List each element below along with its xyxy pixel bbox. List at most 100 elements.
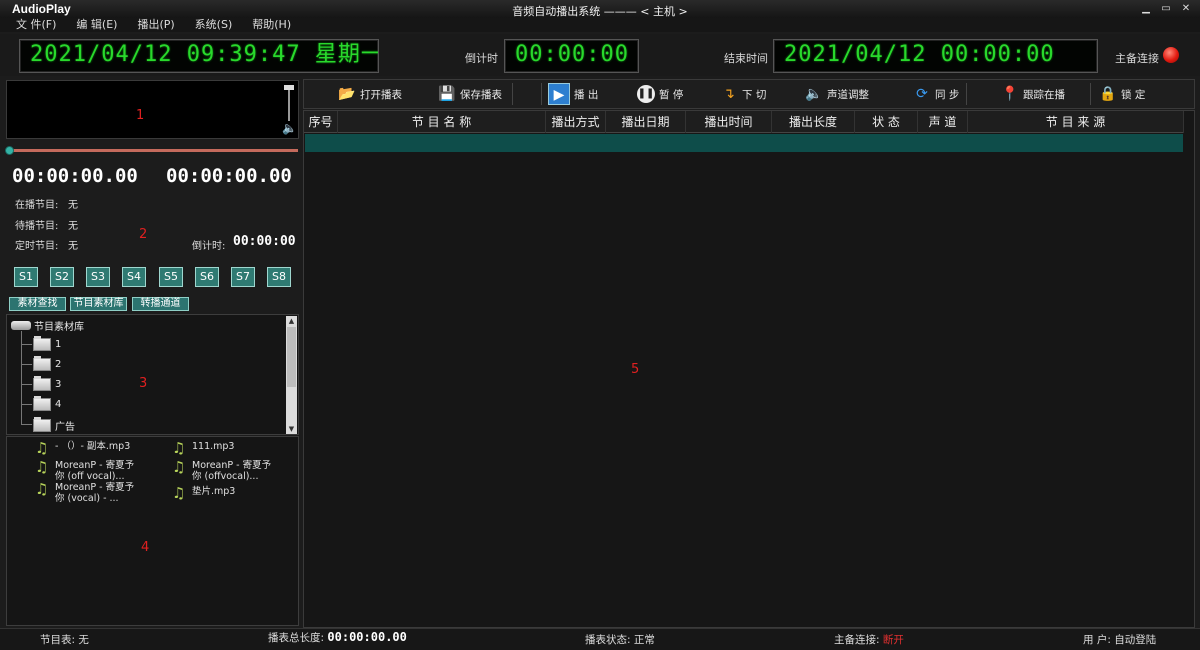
file-item[interactable]: ♫ MoreanP - 寄夏予你 (offvocal)... — [172, 460, 292, 483]
tree-item[interactable]: 2 — [33, 356, 62, 371]
tree-root-label: 节目素材库 — [34, 322, 84, 333]
col-play-mode[interactable]: 播出方式 — [546, 111, 606, 133]
file-name-cont: 你 (vocal) - ... — [55, 493, 119, 504]
col-program-name[interactable]: 节 目 名 称 — [338, 111, 546, 133]
tree-item[interactable]: 广告 — [33, 417, 75, 433]
maximize-icon[interactable]: ▭ — [1158, 2, 1174, 15]
file-name: 垫片.mp3 — [192, 486, 236, 497]
cut-next-button[interactable]: ↴ 下 切 — [720, 80, 766, 108]
tree-item[interactable]: 3 — [33, 376, 61, 391]
tab-material-search[interactable]: 素材查找 — [9, 297, 66, 311]
player-countdown-value: 00:00:00 — [233, 234, 296, 249]
music-note-icon: ♫ — [35, 439, 49, 457]
track-playing-label: 跟踪在播 — [1023, 88, 1065, 101]
col-play-time[interactable]: 播出时间 — [686, 111, 772, 133]
status-total-length: 播表总长度: 00:00:00.00 — [268, 630, 407, 644]
countdown-label: 倒计时 — [465, 52, 498, 65]
channel-adjust-button[interactable]: 🔈 声道调整 — [805, 80, 869, 108]
scroll-down-icon[interactable]: ▼ — [286, 424, 297, 434]
current-datetime-display: 2021/04/12 09:39:47 星期一 — [19, 39, 379, 73]
track-playing-button[interactable]: 📍 跟踪在播 — [1001, 80, 1065, 108]
scrollbar-thumb[interactable] — [287, 327, 296, 387]
file-name-cont: 你 (off vocal)... — [55, 471, 125, 482]
status-schedule-state: 播表状态: 正常 — [585, 634, 655, 646]
play-button[interactable]: ▶ 播 出 — [548, 80, 598, 108]
speaker-icon[interactable]: 🔈 — [282, 121, 297, 135]
volume-slider[interactable]: 🔈 — [282, 83, 297, 135]
end-time-label: 结束时间 — [724, 52, 768, 65]
playing-label: 在播节目: — [15, 200, 59, 211]
slot-button-s8[interactable]: S8 — [267, 267, 291, 287]
table-row[interactable] — [305, 134, 1183, 152]
menu-bar: 文 件(F) 编 辑(E) 播出(P) 系统(S) 帮助(H) — [0, 18, 1200, 32]
save-icon: 💾 — [438, 86, 456, 102]
file-name: 111.mp3 — [192, 441, 235, 452]
slot-button-s7[interactable]: S7 — [231, 267, 255, 287]
menu-edit[interactable]: 编 辑(E) — [76, 18, 117, 32]
file-name-cont: 你 (offvocal)... — [192, 471, 259, 482]
slot-button-s4[interactable]: S4 — [122, 267, 146, 287]
folder-icon — [33, 356, 51, 371]
zone-label-5: 5 — [631, 362, 640, 377]
slot-button-s6[interactable]: S6 — [195, 267, 219, 287]
timed-value: 无 — [68, 241, 78, 252]
menu-file[interactable]: 文 件(F) — [16, 18, 56, 32]
volume-knob[interactable] — [284, 85, 294, 90]
status-backup-connection: 主备连接: 断开 — [834, 634, 904, 646]
zone-label-1: 1 — [136, 108, 145, 123]
tab-relay-channel[interactable]: 转播通道 — [132, 297, 189, 311]
scroll-up-icon[interactable]: ▲ — [286, 316, 297, 326]
file-item[interactable]: ♫ MoreanP - 寄夏予你 (vocal) - ... — [35, 480, 155, 505]
file-item[interactable]: ♫ MoreanP - 寄夏予你 (off vocal)... — [35, 458, 155, 483]
close-icon[interactable]: ✕ — [1178, 2, 1194, 15]
tree-item[interactable]: 4 — [33, 396, 61, 411]
toolbar: 📂 打开播表 💾 保存播表 ▶ 播 出 ❚❚ 暂 停 ↴ 下 切 🔈 声道调整 ⟳ 同 步 📍… — [303, 79, 1195, 109]
slot-button-s2[interactable]: S2 — [50, 267, 74, 287]
zone-label-3: 3 — [139, 376, 148, 391]
progress-thumb[interactable] — [5, 146, 14, 155]
col-source[interactable]: 节 目 来 源 — [968, 111, 1184, 133]
menu-help[interactable]: 帮助(H) — [252, 18, 291, 32]
status-bar: 节目表: 无 播表总长度: 00:00:00.00 播表状态: 正常 主备连接:… — [0, 628, 1200, 650]
play-progress-bar[interactable] — [5, 146, 298, 155]
slot-button-s3[interactable]: S3 — [86, 267, 110, 287]
file-item[interactable]: ♫ 垫片.mp3 — [172, 486, 292, 501]
backup-status-led-icon — [1163, 47, 1179, 63]
lock-icon: 🔒 — [1099, 86, 1117, 102]
col-duration[interactable]: 播出长度 — [772, 111, 855, 133]
folder-icon — [33, 417, 51, 432]
tab-material-library[interactable]: 节目素材库 — [70, 297, 127, 311]
tree-item-label: 广告 — [55, 422, 75, 433]
tree-root[interactable]: 节目素材库 — [11, 318, 84, 333]
col-play-date[interactable]: 播出日期 — [606, 111, 686, 133]
save-schedule-label: 保存播表 — [460, 88, 502, 101]
folder-icon — [33, 376, 51, 391]
music-note-icon: ♫ — [172, 484, 186, 502]
pause-label: 暂 停 — [659, 88, 684, 101]
folder-icon — [33, 336, 51, 351]
music-note-icon: ♫ — [35, 458, 49, 476]
tree-item[interactable]: 1 — [33, 336, 61, 351]
slot-button-s1[interactable]: S1 — [14, 267, 38, 287]
pause-icon: ❚❚ — [637, 85, 655, 103]
schedule-table: 序号 节 目 名 称 播出方式 播出日期 播出时间 播出长度 状 态 声 道 节… — [303, 110, 1195, 628]
lock-button[interactable]: 🔒 锁 定 — [1099, 80, 1145, 108]
music-note-icon: ♫ — [35, 480, 49, 498]
pause-button[interactable]: ❚❚ 暂 停 — [637, 80, 683, 108]
save-schedule-button[interactable]: 💾 保存播表 — [438, 80, 502, 108]
slot-button-s5[interactable]: S5 — [159, 267, 183, 287]
file-item[interactable]: ♫ - （）- 副本.mp3 — [35, 441, 155, 456]
col-index[interactable]: 序号 — [304, 111, 338, 133]
col-channel[interactable]: 声 道 — [918, 111, 968, 133]
minimize-icon[interactable]: ▁ — [1138, 2, 1154, 15]
menu-system[interactable]: 系统(S) — [195, 18, 233, 32]
menu-play[interactable]: 播出(P) — [137, 18, 174, 32]
open-schedule-button[interactable]: 📂 打开播表 — [338, 80, 402, 108]
col-status[interactable]: 状 态 — [855, 111, 918, 133]
tree-scrollbar[interactable]: ▲ ▼ — [286, 316, 297, 434]
sync-button[interactable]: ⟳ 同 步 — [913, 80, 959, 108]
sync-label: 同 步 — [935, 88, 960, 101]
file-item[interactable]: ♫ 111.mp3 — [172, 441, 292, 456]
drive-icon — [11, 321, 31, 330]
tree-item-label: 2 — [55, 359, 62, 370]
